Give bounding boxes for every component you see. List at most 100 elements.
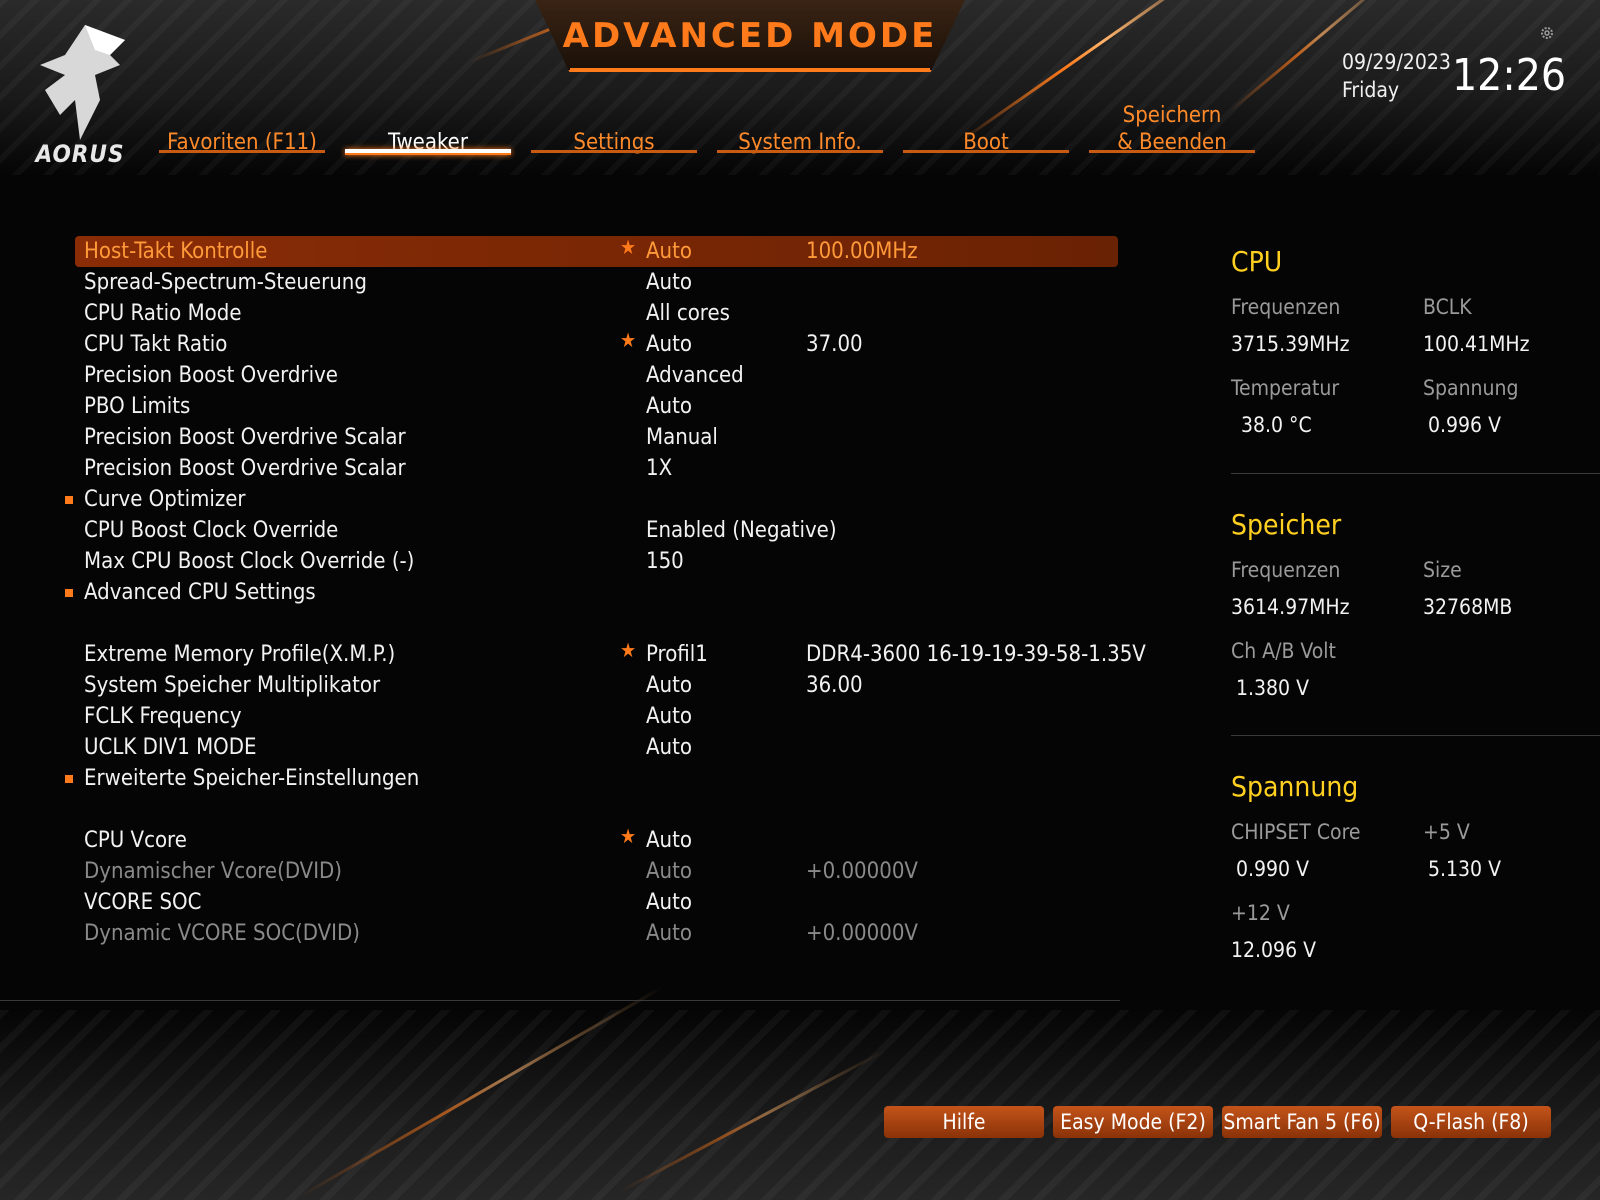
setting-label: CPU Vcore: [84, 828, 187, 853]
tab-boot[interactable]: Boot: [903, 108, 1069, 156]
star-icon: ★: [620, 328, 637, 352]
submenu-bullet-icon: [65, 589, 73, 597]
mem-freq-value: 3614.97MHz: [1231, 595, 1350, 619]
setting-row-memory-multiplier[interactable]: System Speicher Multiplikator Auto 36.00: [75, 670, 1118, 701]
setting-row-host-clock-control[interactable]: Host-Takt Kontrolle ★ Auto 100.00MHz: [75, 235, 1118, 267]
plus12v-label: +12 V: [1231, 901, 1290, 925]
tab-underline: [717, 150, 883, 153]
mem-size-value: 32768MB: [1423, 595, 1513, 619]
setting-value: Advanced: [646, 363, 744, 388]
mem-size-label: Size: [1423, 558, 1462, 582]
setting-row-pbo[interactable]: Precision Boost Overdrive Advanced: [75, 360, 1118, 391]
panel-title: Speicher: [1231, 508, 1342, 541]
setting-value: Auto: [646, 735, 692, 760]
setting-row-cpu-boost-clock-override[interactable]: CPU Boost Clock Override Enabled (Negati…: [75, 515, 1118, 546]
cpu-volt-value: 0.996 V: [1428, 413, 1501, 437]
setting-label: CPU Takt Ratio: [84, 332, 228, 357]
setting-value: Manual: [646, 425, 718, 450]
setting-row-curve-optimizer[interactable]: Curve Optimizer: [65, 484, 1118, 515]
cpu-bclk-value: 100.41MHz: [1423, 332, 1530, 356]
cpu-temp-value: 38.0 °C: [1241, 413, 1312, 437]
setting-label: VCORE SOC: [84, 890, 202, 915]
setting-row-cpu-vcore[interactable]: CPU Vcore ★ Auto: [75, 824, 1118, 856]
tab-underline-active: [345, 149, 511, 155]
plus12v-value: 12.096 V: [1231, 938, 1317, 962]
setting-value: Auto: [646, 270, 692, 295]
setting-row-advanced-cpu-settings[interactable]: Advanced CPU Settings: [65, 577, 1118, 608]
setting-row-pbo-scalar[interactable]: Precision Boost Overdrive Scalar 1X: [75, 453, 1118, 484]
plus5v-value: 5.130 V: [1428, 857, 1501, 881]
setting-label: Max CPU Boost Clock Override (-): [84, 549, 415, 574]
clock-display: 12:26: [1452, 50, 1567, 101]
tab-underline: [903, 150, 1069, 153]
setting-label: CPU Ratio Mode: [84, 301, 242, 326]
help-button[interactable]: Hilfe: [884, 1106, 1044, 1138]
tab-settings[interactable]: Settings: [531, 108, 697, 156]
gear-icon[interactable]: [1539, 25, 1555, 41]
setting-value: Auto: [646, 394, 692, 419]
setting-row-max-cpu-boost-override[interactable]: Max CPU Boost Clock Override (-) 150: [75, 546, 1118, 577]
setting-row-advanced-memory-settings[interactable]: Erweiterte Speicher-Einstellungen: [65, 763, 1118, 794]
content-divider: [0, 1000, 1120, 1001]
setting-current: 100.00MHz: [806, 239, 918, 264]
chipset-core-value: 0.990 V: [1236, 857, 1309, 881]
setting-row-xmp[interactable]: Extreme Memory Profile(X.M.P.) ★ Profil1…: [75, 638, 1146, 670]
setting-label: Spread-Spectrum-Steuerung: [84, 270, 367, 295]
setting-label: Precision Boost Overdrive Scalar: [84, 456, 406, 481]
q-flash-button[interactable]: Q-Flash (F8): [1391, 1106, 1551, 1138]
setting-label: Erweiterte Speicher-Einstellungen: [84, 766, 420, 791]
setting-value: Auto: [646, 828, 692, 853]
star-icon: ★: [620, 235, 637, 259]
tab-favorites[interactable]: Favoriten (F11): [159, 108, 325, 156]
setting-label: Precision Boost Overdrive Scalar: [84, 425, 406, 450]
setting-label: Curve Optimizer: [84, 487, 246, 512]
panel-title: Spannung: [1231, 770, 1359, 803]
setting-row-dynamic-vcore: Dynamischer Vcore(DVID) Auto +0.00000V: [75, 856, 1118, 887]
setting-row-pbo-scalar-mode[interactable]: Precision Boost Overdrive Scalar Manual: [75, 422, 1118, 453]
setting-label: UCLK DIV1 MODE: [84, 735, 257, 760]
tab-save-exit[interactable]: Speichern & Beenden: [1089, 103, 1255, 156]
setting-label: Advanced CPU Settings: [84, 580, 316, 605]
submenu-bullet-icon: [65, 496, 73, 504]
day-display: Friday: [1342, 78, 1400, 102]
setting-row-fclk[interactable]: FCLK Frequency Auto: [75, 701, 1118, 732]
smart-fan-button[interactable]: Smart Fan 5 (F6): [1222, 1106, 1382, 1138]
setting-label: Host-Takt Kontrolle: [84, 239, 268, 264]
setting-current: +0.00000V: [806, 859, 918, 884]
setting-current: DDR4-3600 16-19-19-39-58-1.35V: [806, 642, 1146, 667]
setting-label: Dynamischer Vcore(DVID): [84, 859, 343, 884]
setting-label: System Speicher Multiplikator: [84, 673, 381, 698]
panel-separator: [1231, 735, 1600, 736]
cpu-bclk-label: BCLK: [1423, 295, 1472, 319]
date-display: 09/29/2023: [1342, 50, 1451, 74]
setting-label: Dynamic VCORE SOC(DVID): [84, 921, 360, 946]
setting-row-pbo-limits[interactable]: PBO Limits Auto: [75, 391, 1118, 422]
mem-volt-label: Ch A/B Volt: [1231, 639, 1336, 663]
star-icon: ★: [620, 638, 637, 662]
panel-separator: [1231, 473, 1600, 474]
setting-label: Extreme Memory Profile(X.M.P.): [84, 642, 396, 667]
tab-underline: [159, 150, 325, 153]
title-frame-line: [570, 68, 930, 70]
setting-value: Auto: [646, 921, 692, 946]
setting-label: Precision Boost Overdrive: [84, 363, 338, 388]
setting-row-cpu-ratio-mode[interactable]: CPU Ratio Mode All cores: [75, 298, 1118, 329]
tab-system-info[interactable]: System Info.: [717, 108, 883, 156]
setting-row-uclk-div1[interactable]: UCLK DIV1 MODE Auto: [75, 732, 1118, 763]
cpu-volt-label: Spannung: [1423, 376, 1519, 400]
setting-value: 150: [646, 549, 684, 574]
setting-value: Auto: [646, 859, 692, 884]
setting-value: Auto: [646, 890, 692, 915]
setting-current: 36.00: [806, 673, 863, 698]
setting-row-spread-spectrum[interactable]: Spread-Spectrum-Steuerung Auto: [75, 267, 1118, 298]
tab-underline: [1089, 150, 1255, 153]
setting-row-vcore-soc[interactable]: VCORE SOC Auto: [75, 887, 1118, 918]
tab-underline: [531, 150, 697, 153]
footer-background: [0, 1010, 1600, 1200]
easy-mode-button[interactable]: Easy Mode (F2): [1053, 1106, 1213, 1138]
setting-row-cpu-clock-ratio[interactable]: CPU Takt Ratio ★ Auto 37.00: [75, 328, 1118, 360]
tab-label: Speichern & Beenden: [1117, 103, 1227, 155]
setting-value: Auto: [646, 704, 692, 729]
star-icon: ★: [620, 824, 637, 848]
submenu-bullet-icon: [65, 775, 73, 783]
